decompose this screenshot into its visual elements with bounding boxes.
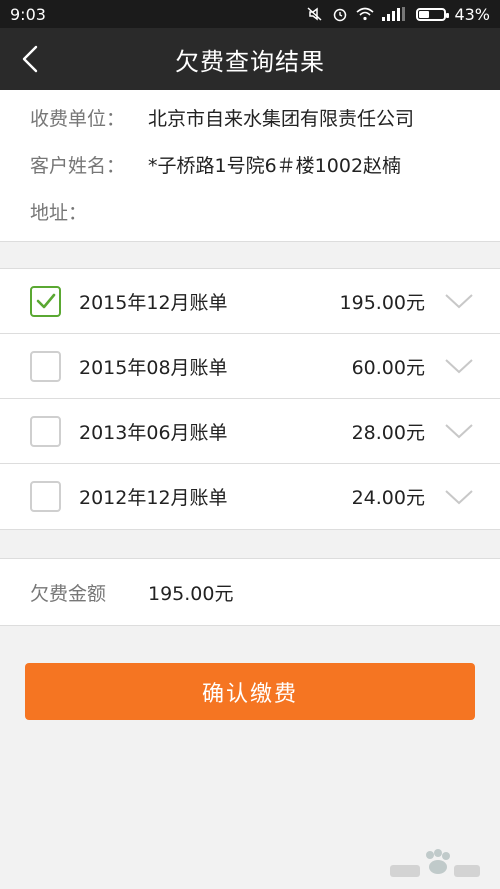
- name-value: *子桥路1号院6＃楼1002赵楠: [148, 155, 402, 177]
- battery-icon: [416, 7, 450, 21]
- bill-row[interactable]: 2012年12月账单 24.00元: [0, 464, 500, 529]
- battery-fill: [419, 10, 430, 18]
- bill-checkbox[interactable]: [30, 481, 61, 512]
- bill-amount: 24.00元: [351, 487, 425, 509]
- bill-row[interactable]: 2013年06月账单 28.00元: [0, 399, 500, 464]
- checkmark-icon: [36, 293, 55, 309]
- mute-icon: [307, 7, 322, 21]
- bill-row[interactable]: 2015年08月账单 60.00元: [0, 334, 500, 399]
- bill-checkbox[interactable]: [30, 350, 61, 382]
- chevron-down-icon[interactable]: [444, 356, 474, 376]
- chevron-down-icon[interactable]: [444, 291, 474, 311]
- status-time: 9:03: [10, 4, 46, 24]
- unit-value: 北京市自来水集团有限责任公司: [148, 108, 415, 130]
- bill-name: 2012年12月账单: [79, 487, 228, 509]
- back-button[interactable]: [14, 43, 46, 75]
- name-row: 客户姓名： *子桥路1号院6＃楼1002赵楠: [30, 151, 401, 178]
- battery-percent: 43%: [454, 4, 490, 24]
- chevron-down-icon[interactable]: [444, 487, 474, 507]
- status-bar: 9:03 43%: [0, 0, 500, 28]
- bill-checkbox[interactable]: [30, 285, 61, 317]
- status-icons: 43%: [306, 5, 490, 24]
- address-label: 地址：: [30, 202, 88, 224]
- bill-name: 2013年06月账单: [79, 421, 228, 444]
- bill-amount: 60.00元: [351, 356, 425, 379]
- bill-amount: 195.00元: [339, 291, 425, 314]
- customer-info-card: 收费单位： 北京市自来水集团有限责任公司 客户姓名： *子桥路1号院6＃楼100…: [0, 90, 500, 242]
- name-label: 客户姓名：: [30, 155, 126, 177]
- unit-row: 收费单位： 北京市自来水集团有限责任公司: [30, 104, 414, 131]
- total-value: 195.00元: [148, 582, 234, 605]
- bill-list: 2015年12月账单 195.00元 2015年08月账单 60.00元 201…: [0, 268, 500, 530]
- wifi-icon: [356, 7, 374, 21]
- bill-amount: 28.00元: [351, 421, 425, 444]
- page-title: 欠费查询结果: [175, 47, 325, 76]
- total-label: 欠费金额: [30, 582, 107, 605]
- bill-name: 2015年12月账单: [79, 291, 228, 314]
- alarm-icon: [334, 8, 347, 22]
- bill-row[interactable]: 2015年12月账单 195.00元: [0, 269, 500, 334]
- bill-checkbox[interactable]: [30, 415, 61, 447]
- chevron-down-icon[interactable]: [444, 421, 474, 441]
- confirm-payment-button[interactable]: 确认缴费: [25, 663, 475, 720]
- signal-icon: [382, 7, 406, 21]
- bill-name: 2015年08月账单: [79, 356, 228, 379]
- total-card: 欠费金额 195.00元: [0, 558, 500, 626]
- chevron-left-icon: [22, 45, 38, 73]
- title-bar: 欠费查询结果: [0, 28, 500, 90]
- address-row: 地址：: [30, 198, 148, 225]
- baidu-watermark-logo: [390, 849, 480, 877]
- unit-label: 收费单位：: [30, 108, 126, 130]
